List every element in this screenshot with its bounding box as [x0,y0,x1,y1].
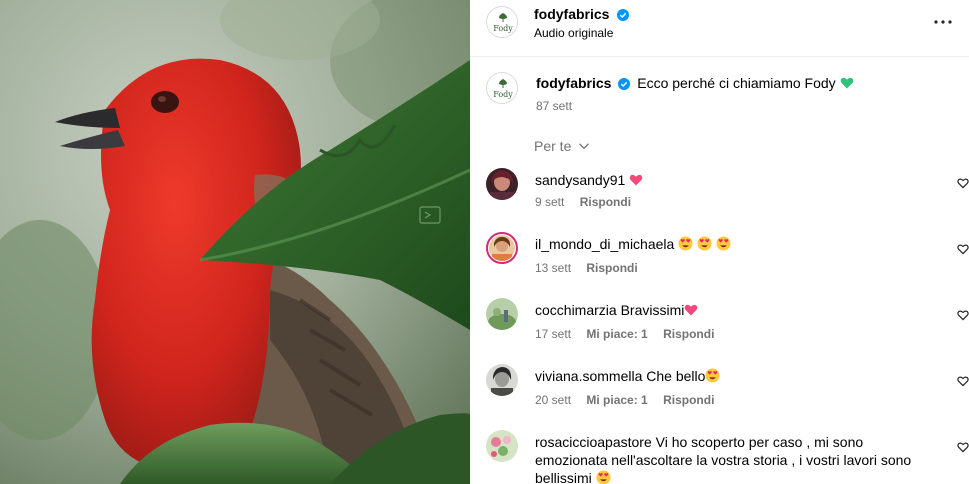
audio-label[interactable]: Audio originale [534,26,613,40]
reply-button[interactable]: Rispondi [663,393,714,407]
comment-body: Che bello [646,368,706,384]
comment-username[interactable]: viviana.sommella [535,368,642,384]
reply-button[interactable]: Rispondi [586,261,637,275]
comment-time[interactable]: 13 sett [535,261,571,275]
comment-body: Bravissimi [620,302,685,318]
comment-meta: 20 sett Mi piace: 1 Rispondi [535,393,726,407]
svg-text:Fody: Fody [493,90,513,99]
caption-line: fodyfabrics Ecco perché ci chiamiamo Fod… [536,75,854,91]
like-comment-button[interactable] [957,176,969,189]
comment-text: cocchimarzia Bravissimi [535,301,925,319]
heart-eyes-emoji [596,470,611,484]
avatar-photo [489,235,515,261]
verified-badge-icon [618,78,631,90]
pink-heart-emoji [685,304,698,316]
post-media-video[interactable] [0,0,470,484]
commenter-avatar[interactable] [486,430,518,462]
comment-meta: 9 sett Rispondi [535,195,643,209]
heart-outline-icon [957,442,969,453]
avatar-photo [486,168,518,200]
chevron-down-icon [579,143,590,150]
comment-text: rosaciccioapastore Vi ho scoperto per ca… [535,433,925,484]
more-options-icon [934,20,952,24]
like-comment-button[interactable] [957,242,969,255]
comment-time[interactable]: 20 sett [535,393,571,407]
heart-outline-icon [957,244,969,255]
heart-outline-icon [957,178,969,189]
heart-eyes-emoji [697,236,712,251]
more-options-button[interactable] [931,12,955,36]
comment-username[interactable]: sandysandy91 [535,172,625,188]
comment-text: il_mondo_di_michaela [535,235,925,253]
avatar-photo [486,430,518,462]
bird-photo [0,0,470,484]
caption-author-avatar[interactable]: Fody [486,72,518,104]
heart-outline-icon [957,376,969,387]
comment-likes[interactable]: Mi piace: 1 [586,393,647,407]
caption-text: Ecco perché ci chiamiamo Fody [637,75,836,91]
heart-eyes-emoji [705,368,720,383]
like-comment-button[interactable] [957,374,969,387]
author-avatar[interactable]: Fody [486,6,518,38]
green-heart-emoji [840,77,853,89]
reply-button[interactable]: Rispondi [580,195,631,209]
comment-filter-label: Per te [534,138,572,154]
comments-panel: Fody fodyfabrics Audio originale Fody fo… [470,0,969,484]
verified-badge-icon [616,9,629,21]
avatar-photo [486,364,518,396]
like-comment-button[interactable] [957,440,969,453]
comment-time[interactable]: 17 sett [535,327,571,341]
comment-username[interactable]: il_mondo_di_michaela [535,236,674,252]
comment-meta: 13 sett Rispondi [535,261,650,275]
commenter-avatar-story-ring[interactable] [486,232,518,264]
commenter-avatar[interactable] [486,298,518,330]
comment-likes[interactable]: Mi piace: 1 [586,327,647,341]
heart-eyes-emoji [678,236,693,251]
comment-username[interactable]: rosaciccioapastore [535,434,652,450]
caption-username[interactable]: fodyfabrics [536,75,611,91]
pink-heart-emoji [629,174,643,186]
caption-timestamp[interactable]: 87 sett [536,99,572,113]
post-header: Fody fodyfabrics Audio originale [470,0,969,57]
comment-filter-dropdown[interactable]: Per te [534,138,590,154]
avatar-photo [486,298,518,330]
commenter-avatar[interactable] [486,364,518,396]
heart-outline-icon [957,310,969,321]
author-username[interactable]: fodyfabrics [534,6,609,22]
heart-eyes-emoji [716,236,731,251]
svg-text:Fody: Fody [493,24,513,33]
reply-button[interactable]: Rispondi [663,327,714,341]
comment-time[interactable]: 9 sett [535,195,564,209]
comment-username[interactable]: cocchimarzia [535,302,617,318]
commenter-avatar[interactable] [486,168,518,200]
comment-text: sandysandy91 [535,171,925,189]
comment-text: viviana.sommella Che bello [535,367,925,385]
comment-meta: 17 sett Mi piace: 1 Rispondi [535,327,726,341]
fody-logo-icon: Fody [493,13,513,33]
like-comment-button[interactable] [957,308,969,321]
fody-logo-icon: Fody [493,79,513,99]
